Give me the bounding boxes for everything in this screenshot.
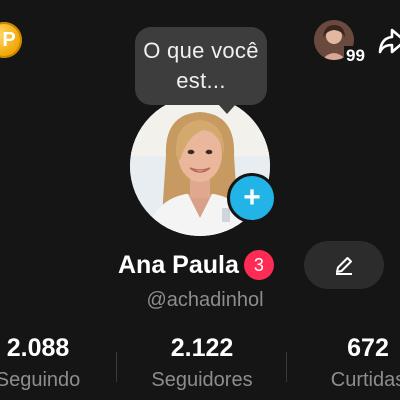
notification-badge[interactable]: 3 (243, 250, 274, 280)
stat-following[interactable]: 2.088 Seguindo (0, 334, 118, 392)
stat-followers[interactable]: 2.122 Seguidores (122, 334, 282, 392)
bubble-tail (218, 104, 236, 114)
stat-divider (286, 352, 287, 382)
stat-likes-label: Curtidas (330, 369, 400, 391)
add-story-button[interactable]: + (227, 173, 277, 223)
stat-likes[interactable]: 672 Curtidas (288, 334, 400, 392)
profile-stats: 2.088 Seguindo 2.122 Seguidores 672 Curt… (0, 334, 400, 400)
stat-following-label: Seguindo (0, 369, 81, 391)
profile-name: Ana Paula (118, 250, 239, 279)
pencil-icon (336, 257, 352, 275)
stat-followers-value: 2.122 (170, 334, 234, 362)
note-bubble[interactable]: O que você est... (135, 27, 267, 114)
edit-name-button[interactable] (304, 241, 384, 289)
friends-count: 99 (344, 46, 367, 66)
plus-icon: + (243, 181, 261, 214)
coin-letter: P (2, 28, 16, 51)
stat-likes-value: 672 (347, 334, 389, 362)
stat-followers-label: Seguidores (151, 369, 253, 391)
name-row: Ana Paula 3 (118, 250, 274, 280)
stat-divider (116, 352, 117, 382)
note-bubble-text: O que você est... (143, 38, 259, 93)
coin-icon[interactable]: P (0, 22, 22, 58)
profile-username: @achadinhol (146, 289, 264, 311)
stat-following-value: 2.088 (6, 334, 70, 362)
share-icon[interactable] (378, 26, 400, 56)
